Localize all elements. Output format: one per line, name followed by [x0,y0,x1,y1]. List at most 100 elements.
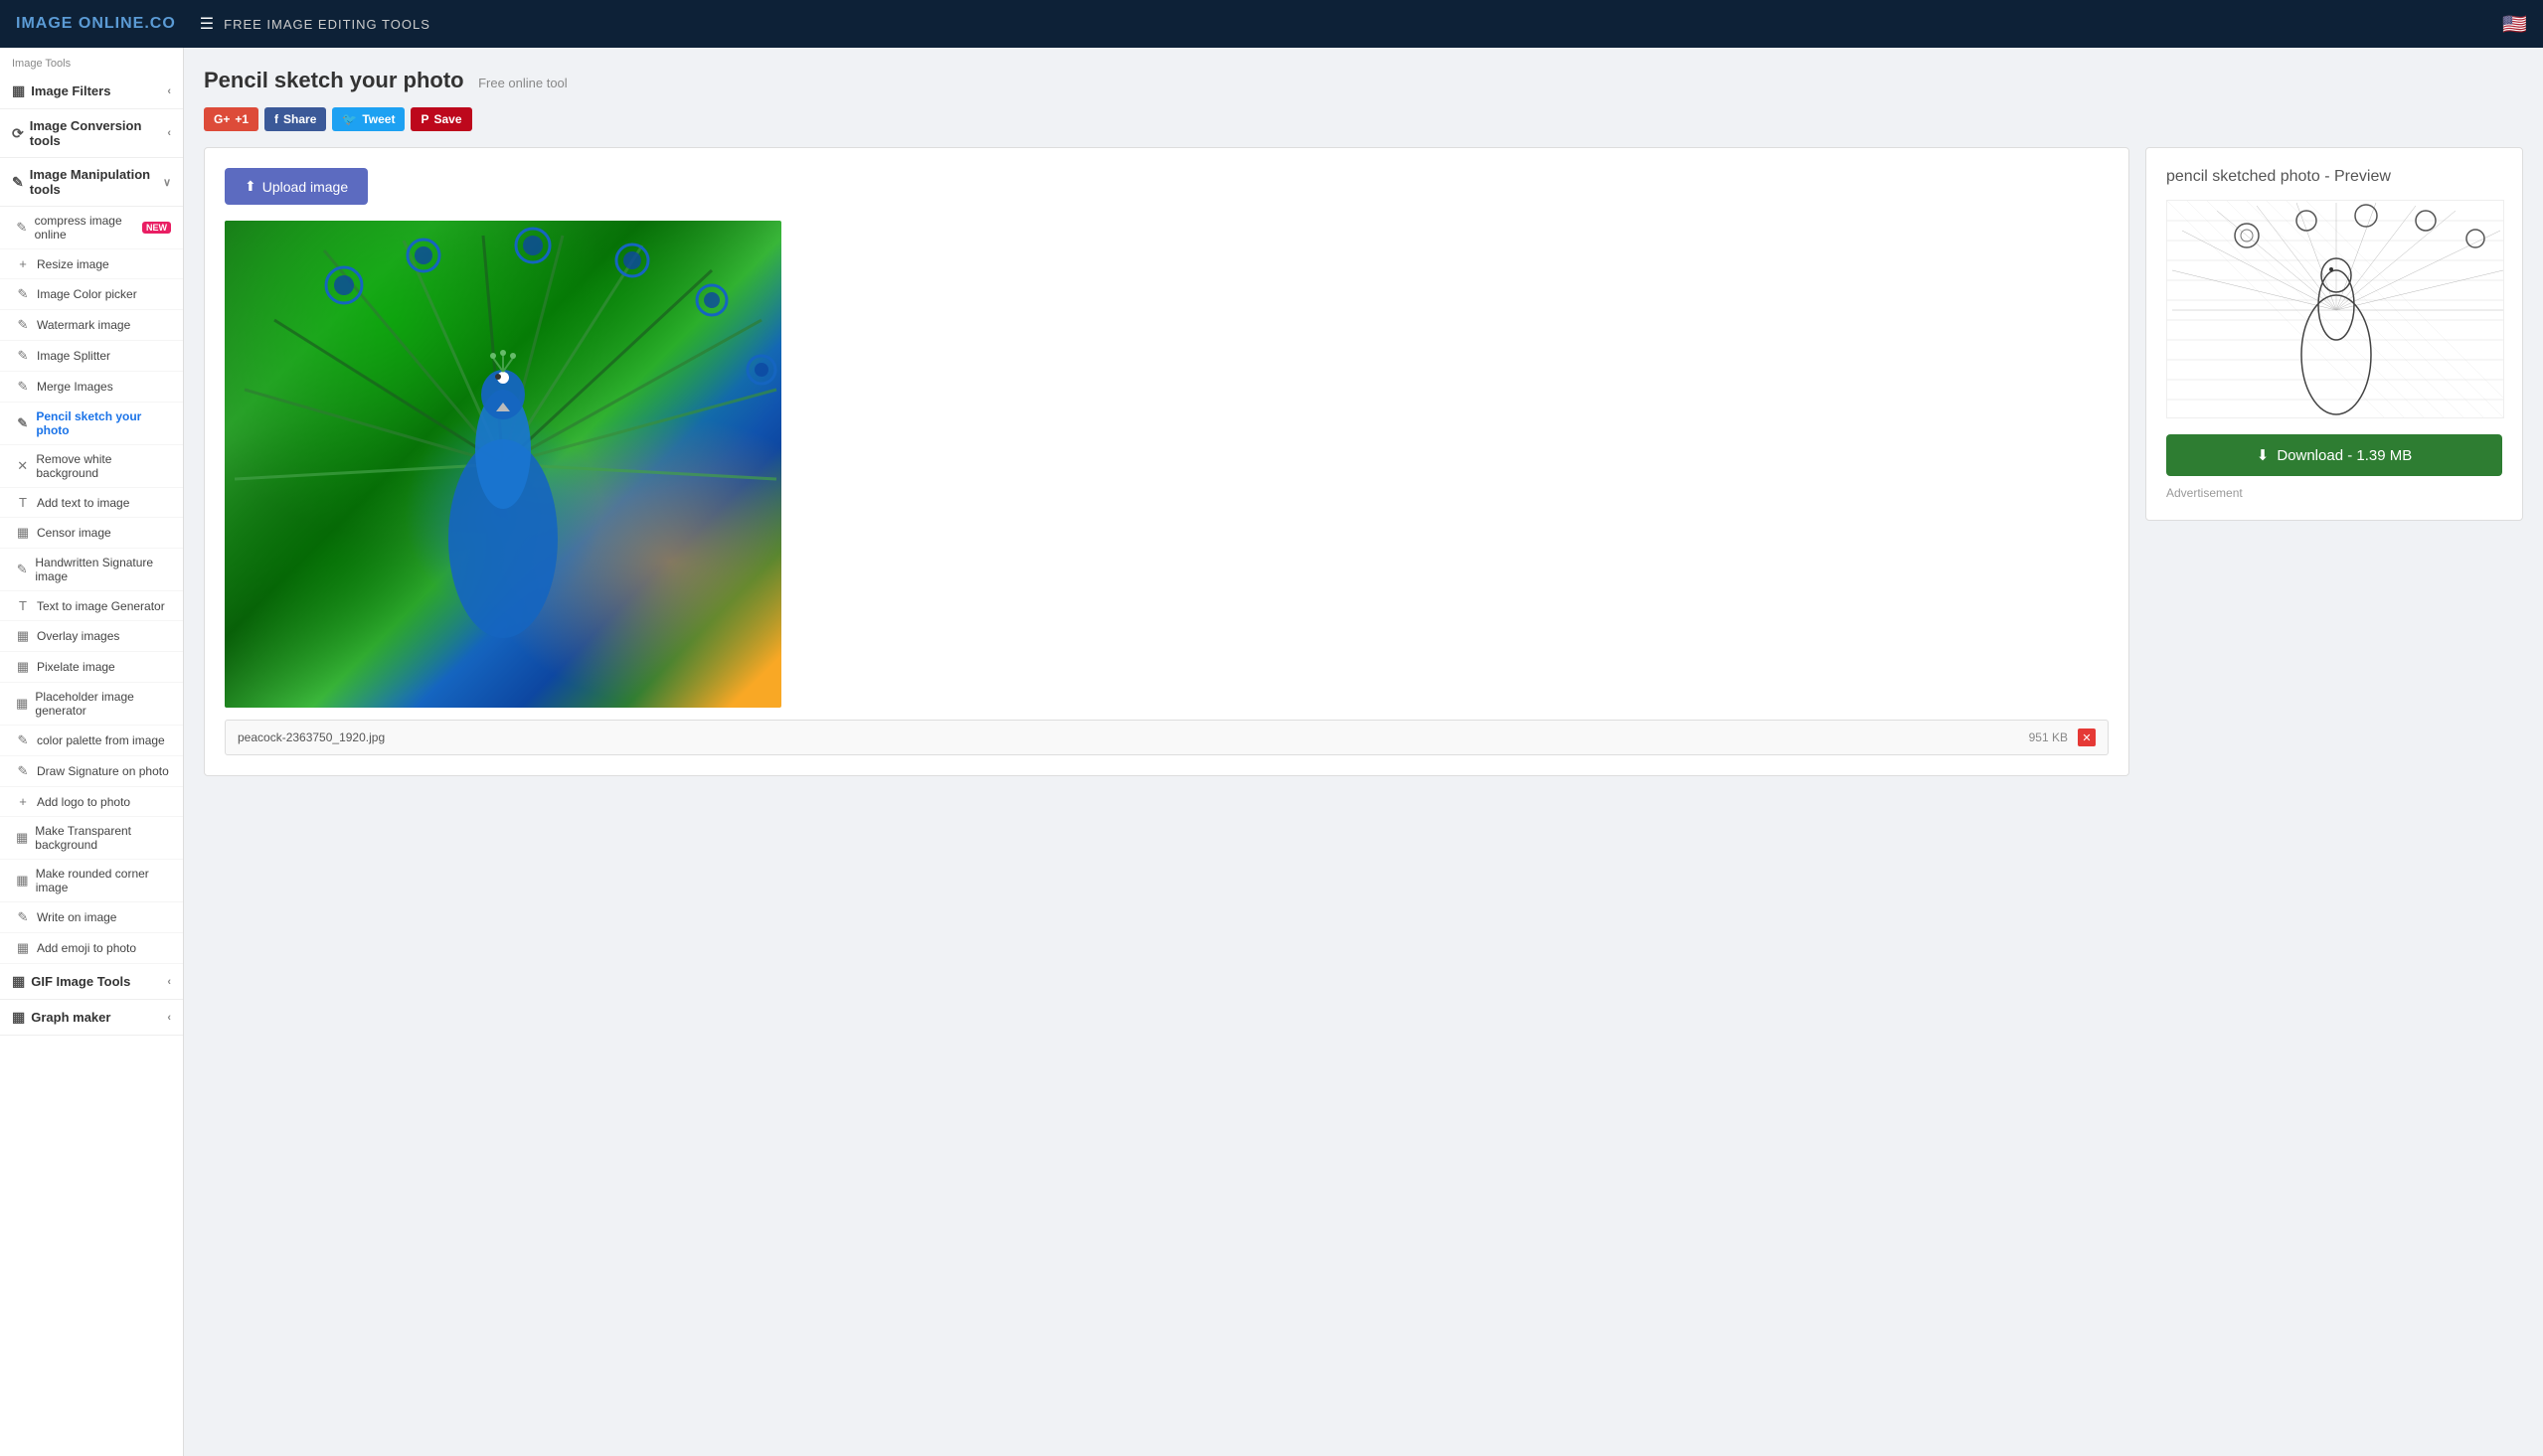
filters-icon: ▦ [12,82,25,99]
pixelate-label: Pixelate image [37,660,115,674]
sidebar-item-write-on-image[interactable]: ✎ Write on image [0,902,183,933]
sidebar: Image Tools ▦ Image Filters ‹ ⟳ Image Co… [0,48,184,1456]
facebook-label: Share [283,112,316,126]
source-image-preview [225,221,781,708]
file-remove-button[interactable]: ✕ [2078,728,2096,746]
preview-title: pencil sketched photo - Preview [2166,168,2502,186]
download-button[interactable]: ⬇ Download - 1.39 MB [2166,434,2502,476]
remove-white-icon: ✕ [16,458,29,474]
color-picker-icon: ✎ [16,286,30,302]
sidebar-item-add-text[interactable]: TAdd text to image [0,488,183,518]
sidebar-group-gif[interactable]: ▦ GIF Image Tools ‹ [0,964,183,1000]
sidebar-section-label: Image Tools [0,48,183,74]
tool-area: ⬆ Upload image [204,147,2523,776]
manipulation-items-list: ✎compress image onlineNEW+Resize image✎I… [0,207,183,964]
sketch-svg [2167,201,2504,418]
sidebar-item-color-picker[interactable]: ✎ Image Color picker [0,279,183,310]
google-label: +1 [235,112,249,126]
compress-icon: ✎ [16,220,28,236]
watermark-label: Watermark image [37,318,130,332]
draw-signature-label: Draw Signature on photo [37,764,169,778]
conversion-label: Image Conversion tools [30,118,168,148]
text-to-image-icon: T [16,598,30,613]
layout: Image Tools ▦ Image Filters ‹ ⟳ Image Co… [0,48,2543,1456]
gif-chevron: ‹ [167,976,171,988]
color-palette-label: color palette from image [37,733,165,747]
overlay-label: Overlay images [37,629,119,643]
sidebar-item-splitter[interactable]: ✎Image Splitter [0,341,183,372]
write-on-image-label: Write on image [37,910,116,924]
text-to-image-label: Text to image Generator [37,599,165,613]
sidebar-item-merge[interactable]: ✎ Merge Images [0,372,183,403]
sidebar-item-watermark[interactable]: ✎Watermark image [0,310,183,341]
site-logo[interactable]: IMAGE ONLINE.CO [16,15,176,33]
sidebar-item-remove-white[interactable]: ✕Remove white background [0,445,183,488]
sidebar-item-add-logo[interactable]: + Add logo to photo [0,787,183,817]
sidebar-item-text-to-image[interactable]: T Text to image Generator [0,591,183,621]
manipulation-chevron: ∨ [163,176,171,189]
pencil-label: Pencil sketch your photo [36,409,171,437]
color-picker-label: Image Color picker [37,287,137,301]
sidebar-item-rounded-corner[interactable]: ▦Make rounded corner image [0,860,183,902]
sidebar-item-handwritten[interactable]: ✎Handwritten Signature image [0,549,183,591]
sidebar-group-filters[interactable]: ▦ Image Filters ‹ [0,74,183,109]
rounded-corner-label: Make rounded corner image [36,867,171,894]
social-buttons: G+ +1 f Share 🐦 Tweet P Save [204,107,2523,131]
transparent-bg-label: Make Transparent background [35,824,171,852]
add-logo-label: Add logo to photo [37,795,130,809]
logo-suffix: ONLINE.CO [73,15,175,32]
file-info-bar: peacock-2363750_1920.jpg 951 KB ✕ [225,720,2109,755]
pixelate-icon: ▦ [16,659,30,675]
gif-icon: ▦ [12,973,25,990]
sidebar-group-manipulation[interactable]: ✎ Image Manipulation tools ∨ [0,158,183,207]
add-text-label: Add text to image [37,496,129,510]
pinterest-icon: P [421,112,428,126]
header: IMAGE ONLINE.CO ☰ FREE IMAGE EDITING TOO… [0,0,2543,48]
pencil-icon: ✎ [16,415,29,431]
sidebar-item-pixelate[interactable]: ▦ Pixelate image [0,652,183,683]
sidebar-item-resize[interactable]: +Resize image [0,249,183,279]
add-logo-icon: + [16,794,30,809]
sidebar-item-compress[interactable]: ✎compress image onlineNEW [0,207,183,249]
sidebar-item-overlay[interactable]: ▦Overlay images [0,621,183,652]
download-button-label: Download - 1.39 MB [2277,447,2412,464]
sidebar-group-graph[interactable]: ▦ Graph maker ‹ [0,1000,183,1036]
graph-label: Graph maker [31,1010,110,1025]
upload-panel: ⬆ Upload image [204,147,2129,776]
twitter-icon: 🐦 [342,112,357,126]
splitter-icon: ✎ [16,348,30,364]
resize-label: Resize image [37,257,109,271]
add-emoji-icon: ▦ [16,940,30,956]
main-content: Pencil sketch your photo Free online too… [184,48,2543,1456]
placeholder-label: Placeholder image generator [35,690,171,718]
sidebar-item-placeholder[interactable]: ▦ Placeholder image generator [0,683,183,726]
merge-icon: ✎ [16,379,30,395]
placeholder-icon: ▦ [16,696,28,712]
sidebar-item-pencil[interactable]: ✎ Pencil sketch your photo [0,403,183,445]
sketch-preview-image [2166,200,2504,418]
page-subtitle: Free online tool [478,76,568,90]
upload-icon: ⬆ [245,178,256,195]
download-icon: ⬇ [2257,446,2270,464]
header-nav-label: FREE IMAGE EDITING TOOLS [224,17,430,32]
sidebar-group-conversion[interactable]: ⟳ Image Conversion tools ‹ [0,109,183,158]
facebook-share-button[interactable]: f Share [264,107,326,131]
filters-label: Image Filters [31,83,110,98]
advertisement-label: Advertisement [2166,486,2502,500]
sidebar-item-censor[interactable]: ▦Censor image [0,518,183,549]
twitter-tweet-button[interactable]: 🐦 Tweet [332,107,405,131]
sidebar-item-draw-signature[interactable]: ✎Draw Signature on photo [0,756,183,787]
facebook-icon: f [274,112,278,126]
google-plus-button[interactable]: G+ +1 [204,107,258,131]
sidebar-item-add-emoji[interactable]: ▦Add emoji to photo [0,933,183,964]
pinterest-save-button[interactable]: P Save [411,107,471,131]
conversion-chevron: ‹ [167,127,171,139]
twitter-label: Tweet [362,112,395,126]
upload-image-button[interactable]: ⬆ Upload image [225,168,368,205]
write-on-image-icon: ✎ [16,909,30,925]
sidebar-item-color-palette[interactable]: ✎color palette from image [0,726,183,756]
merge-label: Merge Images [37,380,113,394]
menu-icon[interactable]: ☰ [200,14,214,34]
sidebar-item-transparent-bg[interactable]: ▦Make Transparent background [0,817,183,860]
flag-icon: 🇺🇸 [2502,12,2527,37]
